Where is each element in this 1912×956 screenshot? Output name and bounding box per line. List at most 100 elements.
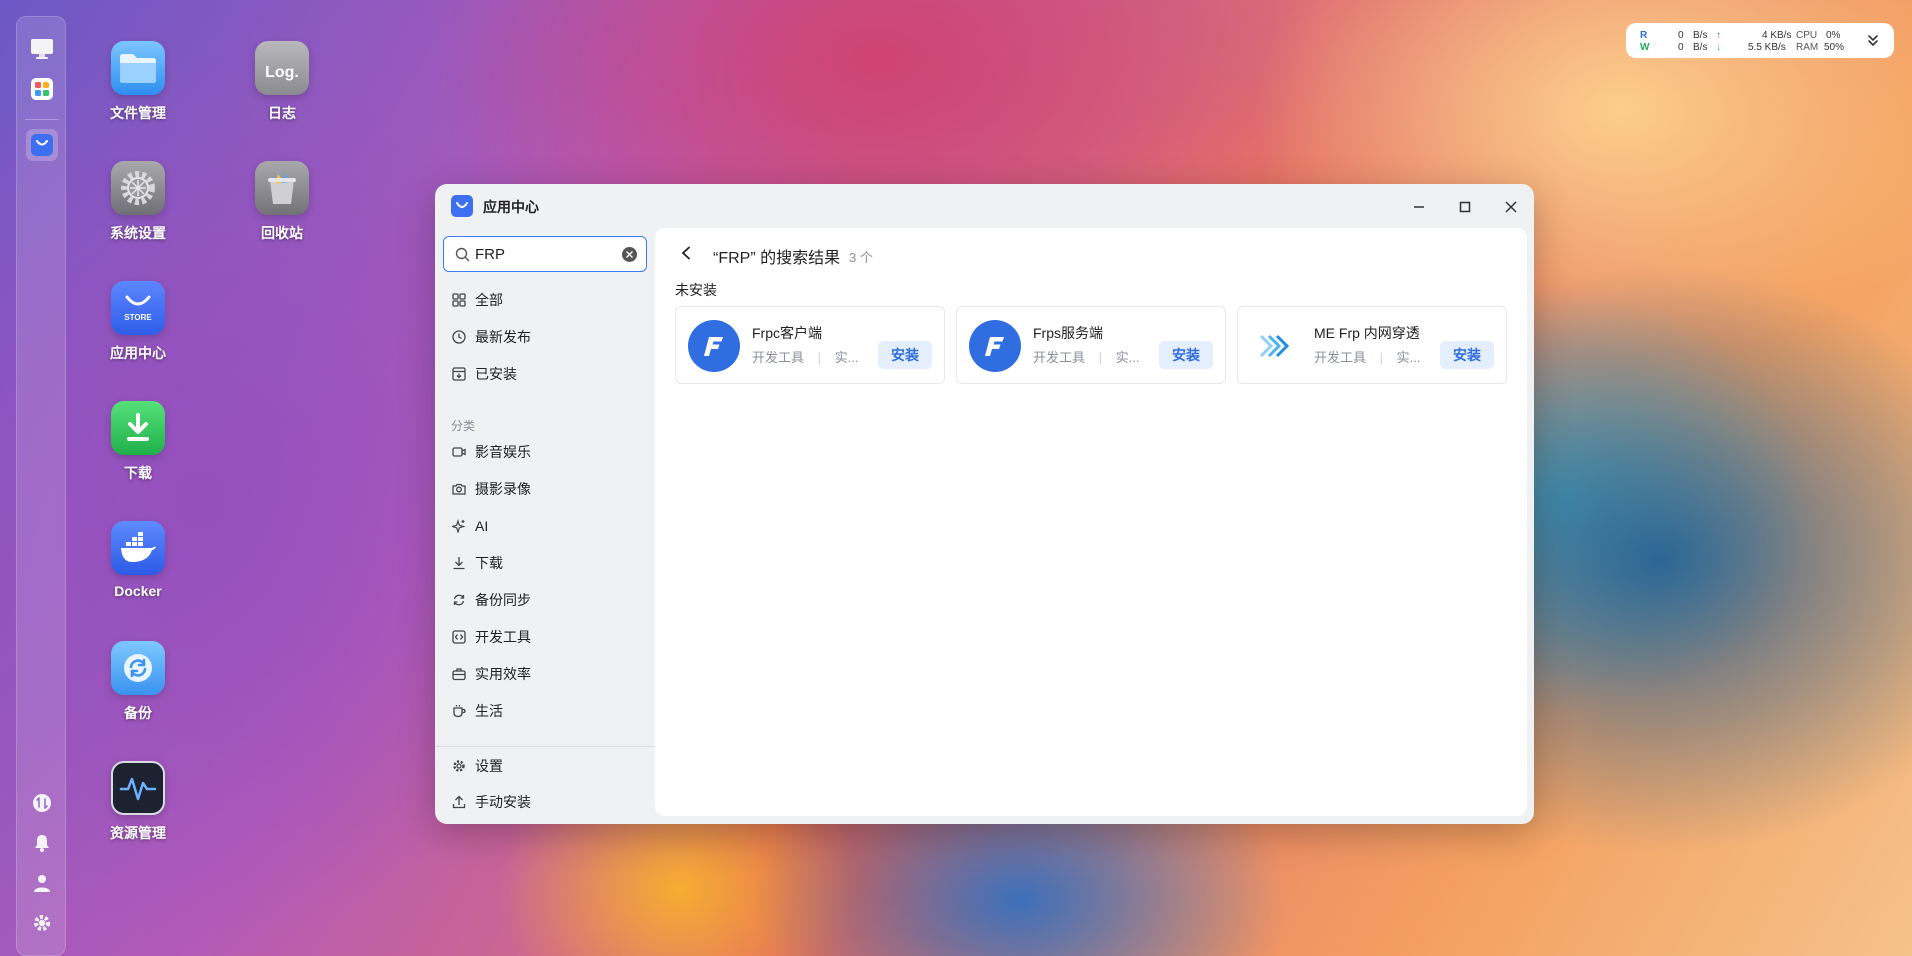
upload-icon	[451, 794, 467, 810]
chevron-down-icon[interactable]	[1866, 33, 1882, 49]
desktop-icon-log[interactable]: Log. 日志	[227, 41, 337, 123]
install-button[interactable]: 安装	[878, 341, 932, 369]
app-card-frps[interactable]: Frps服务端 开发工具 | 实... 安装	[956, 306, 1226, 384]
app-category-tag: 开发工具	[1314, 350, 1367, 365]
upload-arrow-icon: ↑	[1716, 30, 1721, 41]
nav-item-label: 全部	[475, 292, 503, 308]
app-name: Frpc客户端	[752, 325, 822, 341]
desktop-icon-label: 资源管理	[110, 825, 166, 841]
desktop-icon[interactable]	[26, 33, 58, 65]
app-tags: 开发工具 | 实...	[752, 347, 859, 366]
user-icon[interactable]	[26, 867, 58, 899]
activity-icon	[111, 761, 165, 815]
nav-item-label: 生活	[475, 703, 503, 719]
desktop-icon-resource-monitor[interactable]: 资源管理	[83, 761, 193, 843]
backup-icon	[111, 641, 165, 695]
app-name: Frps服务端	[1033, 325, 1103, 341]
folder-icon	[111, 41, 165, 95]
tag-divider: |	[1379, 350, 1384, 365]
install-button[interactable]: 安装	[1440, 341, 1494, 369]
nav-item-category[interactable]: 实用效率	[443, 659, 647, 689]
nav-item-category[interactable]: AI	[443, 511, 647, 541]
nav-item-label: 最新发布	[475, 329, 531, 345]
nav-item-category[interactable]: 备份同步	[443, 585, 647, 615]
desktop-icon-download[interactable]: 下载	[83, 401, 193, 483]
clear-search-icon[interactable]	[622, 247, 637, 262]
nav-item-label: 设置	[475, 758, 503, 774]
nav-item-category[interactable]: 生活	[443, 696, 647, 726]
category-heading: 分类	[451, 419, 476, 433]
app-name: ME Frp 内网穿透	[1314, 325, 1420, 341]
maximize-button[interactable]	[1452, 194, 1478, 220]
nav-item-manual-install[interactable]: 手动安装	[443, 787, 647, 817]
nav-item-latest[interactable]: 最新发布	[443, 322, 647, 352]
back-button[interactable]	[675, 242, 697, 264]
nav-item-label: 手动安装	[475, 794, 531, 810]
desktop-icon-file-manager[interactable]: 文件管理	[83, 41, 193, 123]
minimize-button[interactable]	[1406, 194, 1432, 220]
app-grid-icon[interactable]	[26, 73, 58, 105]
nav-item-label: AI	[475, 518, 489, 534]
sidebar-divider	[435, 746, 655, 747]
app-center-icon[interactable]	[26, 129, 58, 161]
install-button[interactable]: 安装	[1159, 341, 1213, 369]
write-value: 0	[1678, 42, 1684, 53]
section-not-installed: 未安装	[675, 282, 717, 298]
app-tags: 开发工具 | 实...	[1314, 347, 1421, 366]
nav-item-category[interactable]: 影音娱乐	[443, 437, 647, 467]
docker-icon	[111, 521, 165, 575]
search-results-panel: “FRP” 的搜索结果 3 个 未安装 Frpc客户端 开发工具 | 实... …	[655, 228, 1527, 816]
read-value: 0	[1678, 30, 1684, 41]
nav-item-category[interactable]: 下载	[443, 548, 647, 578]
camera-icon	[451, 481, 467, 497]
nav-item-label: 开发工具	[475, 629, 531, 645]
desktop-icon-label: Docker	[114, 583, 162, 599]
bell-icon[interactable]	[26, 827, 58, 859]
app-tags: 开发工具 | 实...	[1033, 347, 1140, 366]
trash-icon	[255, 161, 309, 215]
nav-item-label: 下载	[475, 555, 503, 571]
app-category-tag: 实...	[834, 350, 859, 365]
read-unit: B/s	[1693, 30, 1708, 41]
nav-item-category[interactable]: 摄影录像	[443, 474, 647, 504]
nav-item-all[interactable]: 全部	[443, 285, 647, 315]
cpu-label: CPU	[1796, 30, 1818, 41]
nav-item-settings[interactable]: 设置	[443, 751, 647, 781]
video-icon	[451, 444, 467, 460]
ram-value: 50%	[1824, 42, 1845, 53]
desktop-icon-docker[interactable]: Docker	[83, 521, 193, 599]
app-card-frpc[interactable]: Frpc客户端 开发工具 | 实... 安装	[675, 306, 945, 384]
desktop-icon-label: 下载	[124, 465, 152, 481]
system-monitor-widget: R 0 B/s ↑ 4 KB/s CPU 0% W 0 B/s ↓ 5.5 KB…	[1626, 23, 1894, 58]
sync-icon	[451, 592, 467, 608]
desktop-icon-backup[interactable]: 备份	[83, 641, 193, 723]
sparkle-icon	[451, 518, 467, 534]
dock	[16, 16, 66, 956]
desktop-icon-label: 系统设置	[110, 225, 166, 241]
gear-icon	[451, 758, 467, 774]
download-arrow-icon: ↓	[1716, 42, 1721, 53]
app-category-tag: 开发工具	[1033, 350, 1086, 365]
desktop-icon-settings[interactable]: 系统设置	[83, 161, 193, 243]
transfer-icon[interactable]	[26, 787, 58, 819]
installed-icon	[451, 366, 467, 382]
app-card-mefrp[interactable]: ME Frp 内网穿透 开发工具 | 实... 安装	[1237, 306, 1507, 384]
nav-item-category[interactable]: 开发工具	[443, 622, 647, 652]
desktop-icon-label: 文件管理	[110, 105, 166, 121]
nav-item-label: 摄影录像	[475, 481, 531, 497]
grid-icon	[451, 292, 467, 308]
chevron-left-icon	[681, 246, 690, 260]
search-icon	[455, 247, 470, 262]
close-button[interactable]	[1498, 194, 1524, 220]
search-input[interactable]	[475, 243, 615, 265]
desktop-icon-trash[interactable]: 回收站	[227, 161, 337, 243]
desktop-icon-app-center[interactable]: STORE 应用中心	[83, 281, 193, 363]
write-unit: B/s	[1693, 42, 1708, 53]
app-category-tag: 实...	[1115, 350, 1140, 365]
gear-icon[interactable]	[26, 907, 58, 939]
nav-item-installed[interactable]: 已安装	[443, 359, 647, 389]
app-category-tag: 开发工具	[752, 350, 805, 365]
search-box[interactable]	[443, 236, 647, 272]
store-icon	[451, 195, 473, 217]
window-titlebar[interactable]: 应用中心	[435, 184, 1534, 228]
